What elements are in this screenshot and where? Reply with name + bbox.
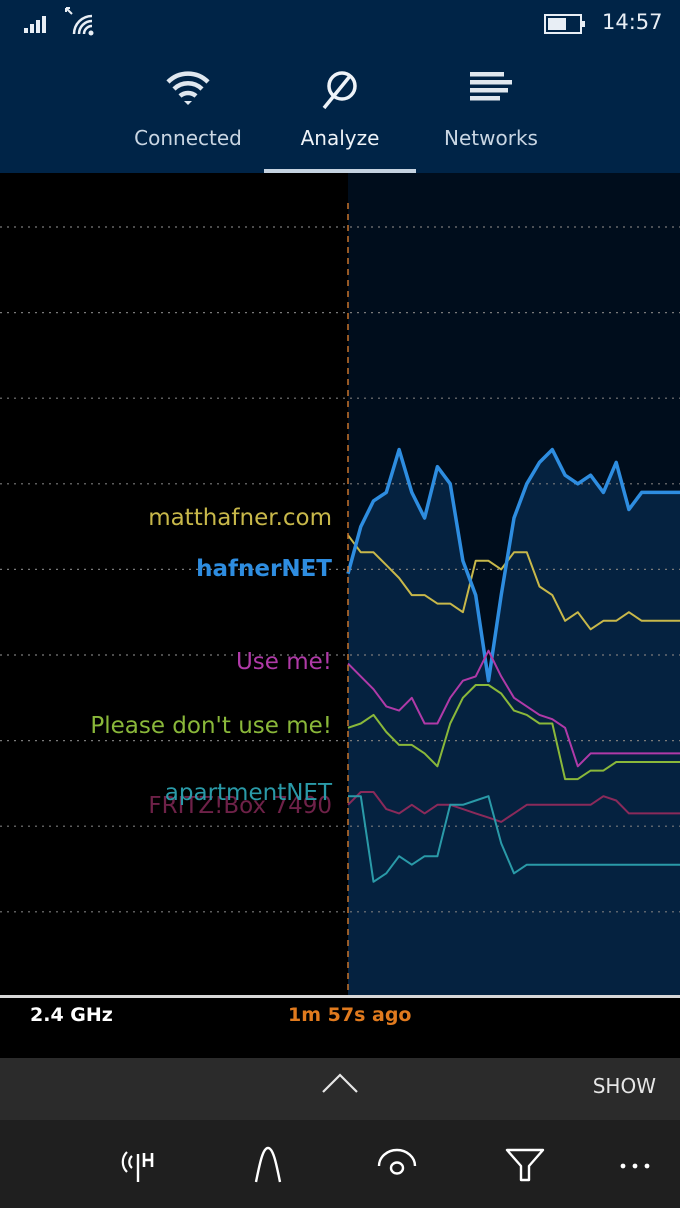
network-label[interactable]: Please don't use me! [90,713,332,739]
analyze-icon [322,71,357,110]
chevron-up-icon[interactable] [320,1070,360,1096]
channel-curve-icon[interactable] [246,1142,290,1186]
series-area-hafnernet [348,449,680,995]
networks-list-icon [470,72,512,101]
network-label[interactable]: matthafner.com [148,505,332,531]
tab-networks-label: Networks [444,126,538,150]
tab-analyze-label: Analyze [300,126,380,150]
frequency-band[interactable]: 2.4 GHz [30,1004,113,1026]
wifi-icon [166,71,210,105]
app-bar: SHOW [0,1058,680,1120]
chart-canvas [0,173,680,995]
battery-icon [544,14,585,34]
wifi-roaming-icon [65,7,94,36]
tab-connected[interactable]: Connected [112,50,264,173]
tab-networks[interactable]: Networks [415,50,567,173]
filter-icon[interactable] [503,1142,547,1186]
antenna-h-icon[interactable] [118,1142,162,1186]
cursor-time-ago: 1m 57s ago [288,1004,412,1026]
command-bar [0,1120,680,1208]
info-bar: 2.4 GHz 1m 57s ago [0,998,680,1058]
clock: 14:57 [602,10,663,34]
visibility-icon[interactable] [375,1142,419,1186]
status-bar: 14:57 [0,0,680,50]
cellular-signal-icon [24,16,46,33]
network-label[interactable]: hafnerNET [196,556,332,582]
signal-strength-chart[interactable]: matthafner.com hafnerNET Use me! Please don… [0,173,680,995]
more-icon[interactable] [613,1142,657,1186]
network-label[interactable]: apartmentNET [165,780,332,806]
network-label[interactable]: Use me! [236,649,332,675]
tab-connected-label: Connected [134,126,242,150]
tab-analyze[interactable]: Analyze [264,50,416,173]
show-button[interactable]: SHOW [593,1074,656,1098]
top-navigation: Connected Analyze Networks [0,50,680,173]
